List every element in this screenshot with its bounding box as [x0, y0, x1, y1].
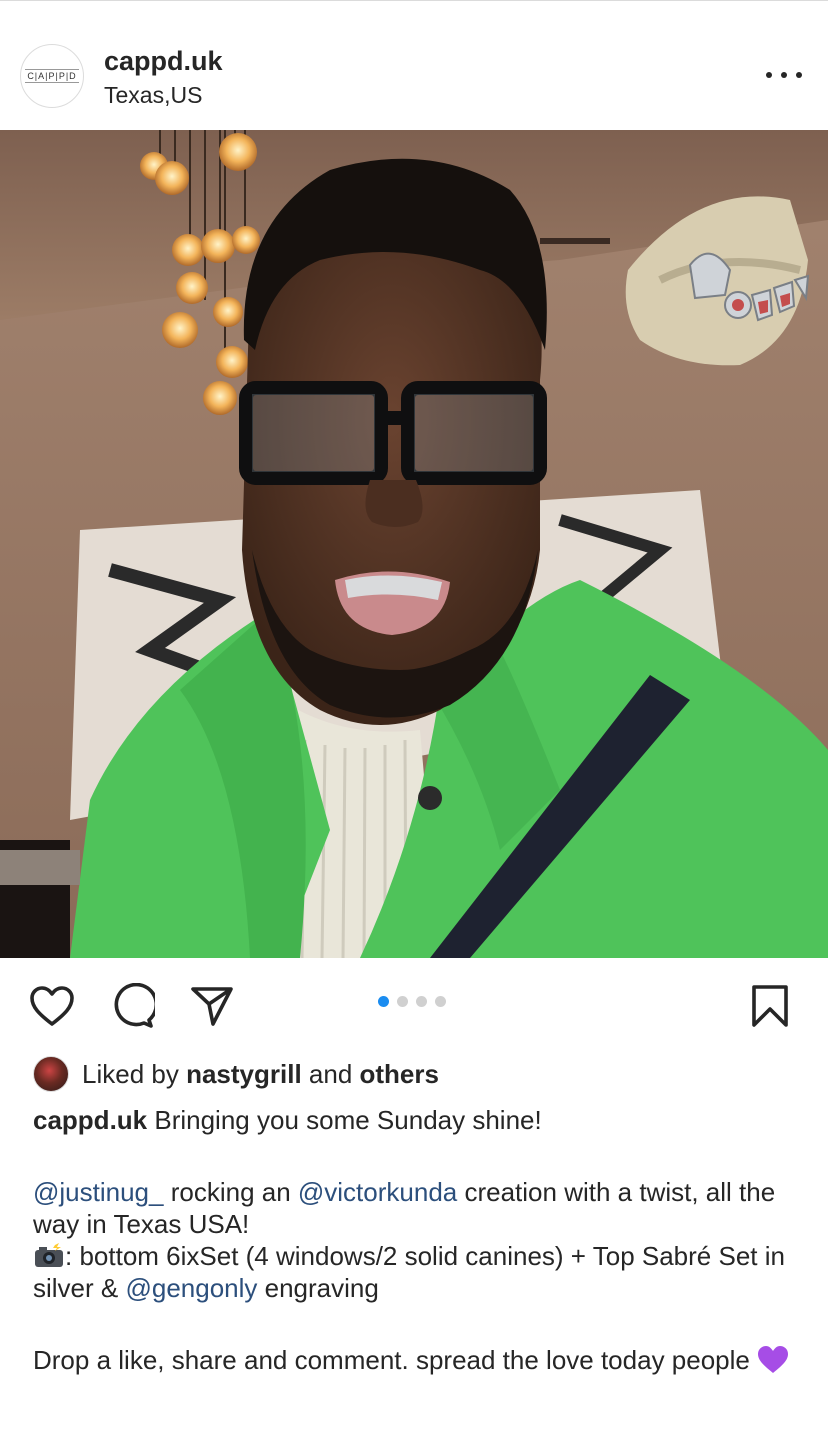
mention-link[interactable]: @justinug_ [33, 1177, 163, 1207]
bookmark-icon[interactable] [744, 980, 796, 1032]
post-photo-illustration [0, 130, 828, 958]
send-icon[interactable] [186, 980, 238, 1032]
purple-heart-emoji-icon [757, 1345, 789, 1375]
profile-avatar[interactable]: C|A|P|P|D [20, 44, 84, 108]
caption-line1: Bringing you some Sunday shine! [147, 1105, 542, 1135]
post-caption: cappd.uk Bringing you some Sunday shine!… [33, 1104, 803, 1376]
liker-avatar [33, 1056, 69, 1092]
camera-flash-emoji-icon [33, 1243, 65, 1269]
post-image[interactable] [0, 130, 828, 958]
more-icon[interactable] [766, 65, 802, 85]
carousel-dot [397, 996, 408, 1007]
likes-row[interactable]: Liked by nastygrill and others [33, 1056, 439, 1092]
liker-username[interactable]: nastygrill [186, 1059, 302, 1089]
carousel-dot [416, 996, 427, 1007]
carousel-dot-active [378, 996, 389, 1007]
avatar-logo-text: C|A|P|P|D [25, 69, 79, 83]
carousel-dot [435, 996, 446, 1007]
heart-icon[interactable] [26, 980, 78, 1032]
post-location[interactable]: Texas,US [104, 82, 202, 109]
action-bar [0, 958, 828, 1050]
post-username[interactable]: cappd.uk [104, 46, 223, 77]
likes-others[interactable]: others [360, 1059, 439, 1089]
post-header: C|A|P|P|D cappd.uk Texas,US [0, 1, 828, 129]
mention-link[interactable]: @victorkunda [298, 1177, 457, 1207]
likes-text: Liked by nastygrill and others [82, 1058, 439, 1089]
caption-author[interactable]: cappd.uk [33, 1105, 147, 1135]
carousel-indicator [378, 996, 446, 1007]
mention-link[interactable]: @gengonly [125, 1273, 257, 1303]
comment-icon[interactable] [106, 980, 158, 1032]
